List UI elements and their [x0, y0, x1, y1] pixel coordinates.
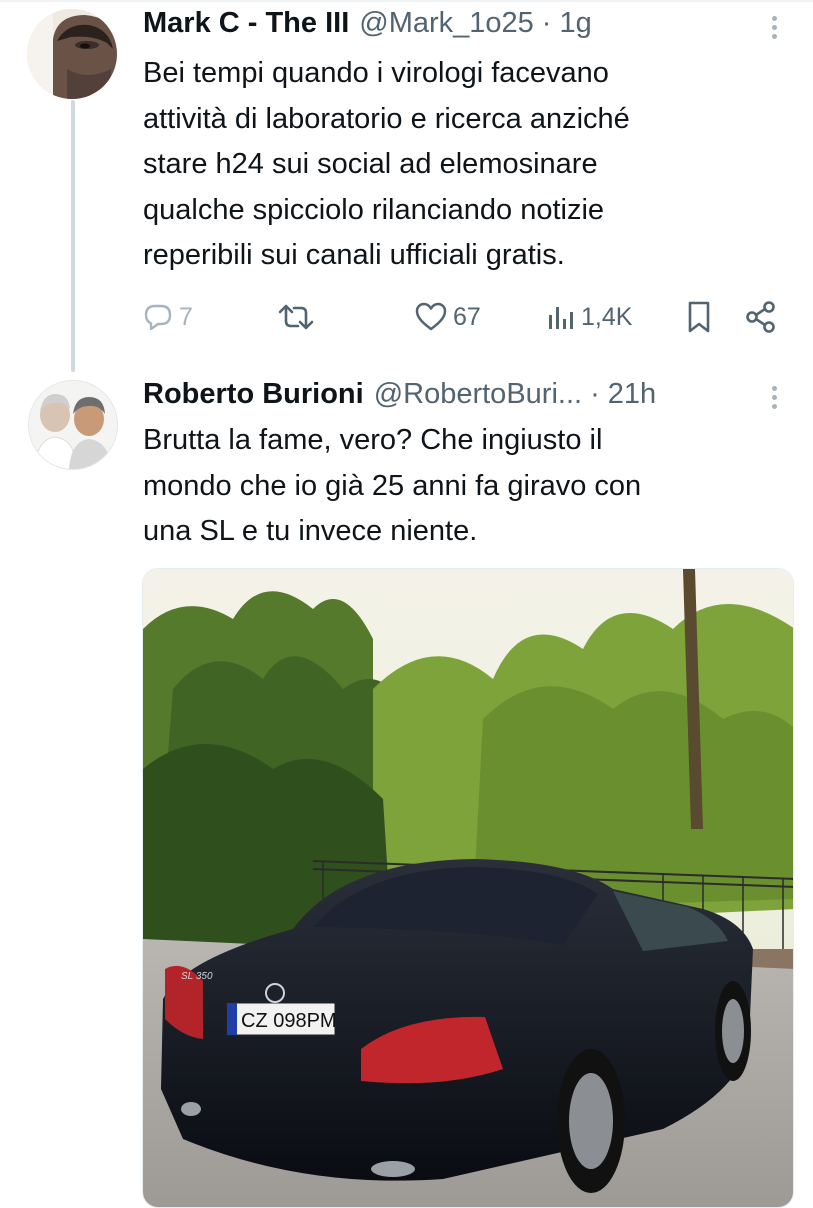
views-icon	[549, 307, 573, 329]
avatar[interactable]	[28, 380, 118, 470]
bookmark-button[interactable]	[685, 292, 713, 342]
like-button[interactable]: 67	[414, 292, 481, 342]
views-count: 1,4K	[581, 302, 633, 331]
user-handle[interactable]: @Mark_1o25	[359, 6, 534, 40]
reply-count: 7	[179, 302, 193, 331]
tweet-media-photo[interactable]: CZ 098PM SL 350	[142, 568, 794, 1208]
tweet-header: Mark C - The III @Mark_1o25 · 1g	[143, 6, 592, 40]
avatar-photo	[29, 381, 117, 469]
reply-icon	[144, 304, 172, 331]
tweet-text: Brutta la fame, vero? Che ingiusto il mo…	[143, 418, 783, 555]
car-photo: CZ 098PM SL 350	[143, 569, 793, 1207]
share-icon	[746, 301, 775, 333]
tweet-text-line: stare h24 sui social ad elemosinare	[143, 148, 598, 180]
license-plate-text: CZ 098PM	[241, 1010, 337, 1032]
bookmark-icon	[688, 301, 710, 333]
avatar-photo	[27, 9, 117, 99]
tweet-text-line: una SL e tu invece niente.	[143, 515, 478, 547]
tweet-text-line: attività di laboratorio e ricerca anzich…	[143, 102, 630, 135]
display-name[interactable]: Roberto Burioni	[143, 377, 364, 411]
reply-button[interactable]: 7	[142, 292, 193, 342]
display-name[interactable]: Mark C - The III	[143, 6, 349, 40]
user-handle[interactable]: @RobertoBuri...	[374, 377, 582, 411]
heart-icon	[415, 302, 447, 331]
tweet-text-line: mondo che io già 25 anni fa giravo con	[143, 469, 642, 502]
tweet-text: Bei tempi quando i virologi facevano att…	[143, 51, 783, 279]
tweet-text-line: Bei tempi quando i virologi facevano	[143, 57, 609, 89]
tweet-text-line: reperibili sui canali ufficiali gratis.	[143, 239, 565, 271]
retweet-icon	[278, 304, 314, 330]
retweet-button[interactable]	[276, 292, 316, 342]
separator-dot: ·	[590, 378, 600, 410]
top-divider	[0, 0, 813, 2]
like-count: 67	[453, 302, 481, 331]
car-badge-text: SL 350	[181, 971, 213, 982]
more-vertical-icon[interactable]	[766, 380, 782, 414]
timestamp[interactable]: 1g	[559, 6, 591, 40]
more-vertical-icon[interactable]	[766, 10, 782, 44]
tweet-header: Roberto Burioni @RobertoBuri... · 21h	[143, 377, 656, 411]
avatar[interactable]	[27, 9, 117, 99]
share-button[interactable]	[744, 292, 778, 342]
tweet-actions-bar: 7 67 1,4K	[0, 292, 813, 342]
timestamp[interactable]: 21h	[608, 377, 656, 411]
separator-dot: ·	[541, 7, 552, 39]
tweet-text-line: qualche spicciolo rilanciando notizie	[143, 193, 605, 226]
tweet-text-line: Brutta la fame, vero? Che ingiusto il	[143, 424, 603, 456]
views-button[interactable]: 1,4K	[546, 292, 632, 342]
